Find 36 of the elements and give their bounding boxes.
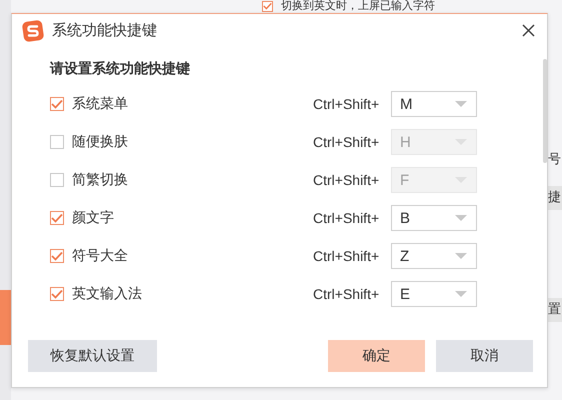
modifier-label: Ctrl+Shift+ — [313, 96, 380, 112]
dropdown-arrow-icon — [455, 215, 467, 221]
option-label: 英文输入法 — [72, 285, 143, 303]
checkbox[interactable] — [262, 0, 273, 12]
checkbox[interactable] — [50, 211, 64, 225]
option-label: 随便换肤 — [72, 133, 129, 151]
close-icon[interactable] — [522, 24, 535, 37]
section-heading: 请设置系统功能快捷键 — [50, 60, 191, 79]
option-label: 符号大全 — [72, 247, 129, 265]
modifier-label: Ctrl+Shift+ — [313, 286, 380, 302]
option-label: 切换到英文时，上屏已输入字符 — [281, 0, 435, 12]
background-text: 号 — [548, 151, 562, 169]
option-label: 系统菜单 — [72, 95, 129, 113]
confirm-button[interactable]: 确定 — [328, 340, 425, 372]
option-label: 简繁切换 — [72, 171, 129, 189]
modifier-label: Ctrl+Shift+ — [313, 134, 380, 150]
key-dropdown[interactable]: Z — [391, 243, 477, 269]
background-text: 置 — [548, 298, 562, 322]
key-dropdown[interactable]: E — [391, 281, 477, 307]
background-text: 捷 — [548, 186, 562, 210]
checkbox[interactable] — [50, 249, 64, 263]
dropdown-arrow-icon — [455, 291, 467, 297]
logo-icon — [22, 20, 44, 42]
cancel-button[interactable]: 取消 — [436, 340, 533, 372]
key-dropdown[interactable]: B — [391, 205, 477, 231]
key-dropdown[interactable]: M — [391, 91, 477, 117]
modifier-label: Ctrl+Shift+ — [313, 172, 380, 188]
window-title: 系统功能快捷键 — [52, 21, 158, 40]
modifier-label: Ctrl+Shift+ — [313, 248, 380, 264]
checkbox[interactable] — [50, 287, 64, 301]
modifier-label: Ctrl+Shift+ — [313, 210, 380, 226]
checkbox[interactable] — [50, 97, 64, 111]
dropdown-arrow-icon — [455, 101, 467, 107]
option-label: 颜文字 — [72, 209, 115, 227]
reset-button[interactable]: 恢复默认设置 — [28, 340, 157, 372]
dropdown-arrow-icon — [455, 253, 467, 259]
